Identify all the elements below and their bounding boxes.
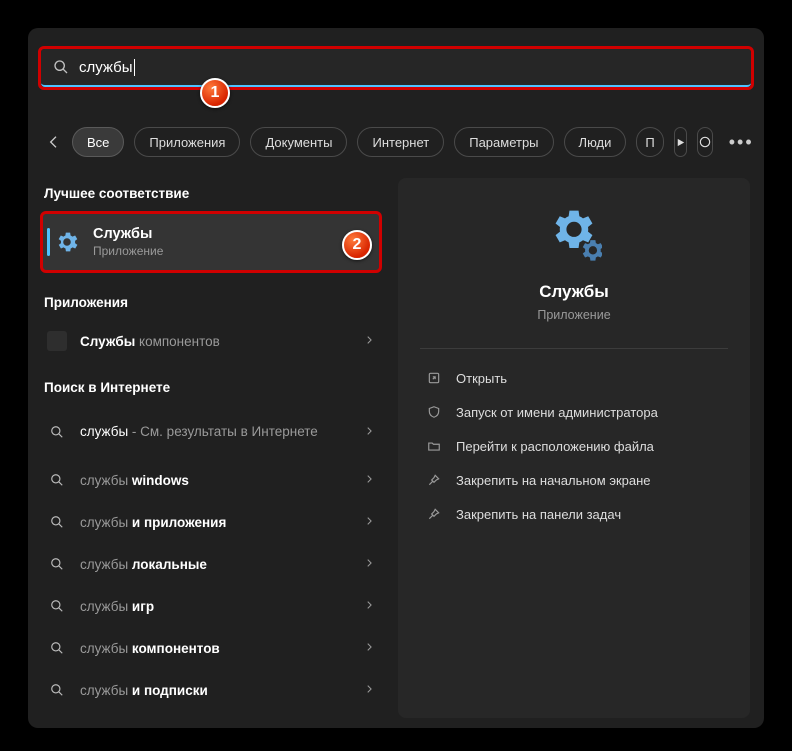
web-result-row[interactable]: службы игр [40,585,382,627]
section-apps: Приложения [40,287,382,320]
best-match-item[interactable]: Службы Приложение [40,211,382,273]
app-icon [47,331,67,351]
web-result-label: службы и приложения [80,515,352,530]
search-icon [46,641,68,655]
search-query-text: службы [79,59,135,76]
chevron-right-icon [364,597,374,615]
results-column: Лучшее соответствие Службы Приложение Пр… [40,178,382,728]
action-label: Закрепить на начальном экране [456,473,651,488]
preview-app-icon [424,206,724,262]
action-label: Перейти к расположению файла [456,439,654,454]
best-match-title: Службы [93,226,163,242]
chevron-right-icon [364,555,374,573]
tab-settings[interactable]: Параметры [454,127,553,157]
app-result-label: Службы компонентов [80,334,352,349]
tab-truncated[interactable]: П [636,127,663,157]
web-result-label: службы windows [80,473,352,488]
search-icon [46,515,68,529]
web-result-label: службы игр [80,599,352,614]
gear-icon [53,228,81,256]
action-label: Запуск от имени администратора [456,405,658,420]
web-result-row[interactable]: службы windows [40,459,382,501]
web-result-label: службы локальные [80,557,352,572]
chevron-right-icon [364,423,374,441]
web-result-label: службы - См. результаты в Интернете [80,423,352,441]
search-icon [46,557,68,571]
app-result-row[interactable]: Службы компонентов [40,320,382,362]
section-web: Поиск в Интернете [40,372,382,405]
tab-play-icon[interactable] [674,127,687,157]
search-panel: службы Все Приложения Документы Интернет… [28,28,764,728]
divider [420,348,728,349]
web-result-label: службы и подписки [80,683,352,698]
best-match-subtitle: Приложение [93,244,163,258]
section-settings: Параметры (4) [40,721,382,728]
pin-icon [426,507,442,521]
section-best-match: Лучшее соответствие [40,178,382,211]
chevron-right-icon [364,639,374,657]
action-pin-start[interactable]: Закрепить на начальном экране [424,463,724,497]
filter-tabs: Все Приложения Документы Интернет Параме… [46,124,746,160]
action-run-as-admin[interactable]: Запуск от имени администратора [424,395,724,429]
tab-all[interactable]: Все [72,127,124,157]
tabs-overflow-button[interactable]: ••• [723,132,760,153]
action-open-location[interactable]: Перейти к расположению файла [424,429,724,463]
tab-apps[interactable]: Приложения [134,127,240,157]
tab-circle-icon[interactable] [697,127,713,157]
action-pin-taskbar[interactable]: Закрепить на панели задач [424,497,724,531]
action-label: Открыть [456,371,507,386]
action-label: Закрепить на панели задач [456,507,621,522]
preview-pane: Службы Приложение Открыть Запуск от имен… [398,178,750,718]
tab-internet[interactable]: Интернет [357,127,444,157]
search-icon [46,425,68,439]
action-open[interactable]: Открыть [424,361,724,395]
web-result-row[interactable]: службы - См. результаты в Интернете [40,405,382,459]
tab-documents[interactable]: Документы [250,127,347,157]
shield-icon [426,405,442,419]
web-result-label: службы компонентов [80,641,352,656]
chevron-right-icon [364,471,374,489]
tab-people[interactable]: Люди [564,127,627,157]
preview-title: Службы [424,282,724,302]
web-result-row[interactable]: службы компонентов [40,627,382,669]
search-input[interactable]: службы [41,49,751,87]
chevron-right-icon [364,681,374,699]
web-result-row[interactable]: службы и подписки [40,669,382,711]
chevron-right-icon [364,513,374,531]
preview-subtitle: Приложение [424,308,724,322]
search-bar-highlight: службы [38,46,754,90]
back-button[interactable] [46,128,62,156]
search-icon [46,473,68,487]
annotation-badge-2: 2 [342,230,372,260]
chevron-right-icon [364,332,374,350]
search-icon [53,59,69,75]
web-result-row[interactable]: службы и приложения [40,501,382,543]
folder-icon [426,439,442,453]
web-result-row[interactable]: службы локальные [40,543,382,585]
open-icon [426,371,442,385]
search-icon [46,599,68,613]
pin-icon [426,473,442,487]
annotation-badge-1: 1 [200,78,230,108]
search-icon [46,683,68,697]
